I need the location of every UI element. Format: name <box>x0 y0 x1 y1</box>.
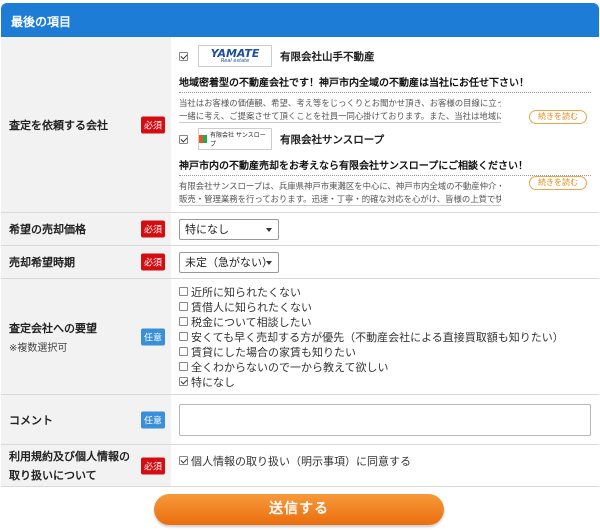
terms-label-cell: 利用規約及び個人情報の 取り扱いについて 必須 <box>1 444 171 487</box>
timing-label-cell: 売却希望時期 必須 <box>1 245 171 279</box>
terms-agreement[interactable]: 個人情報の取り扱い（明示事項）に同意する <box>179 453 591 468</box>
timing-label: 売却希望時期 <box>9 256 75 269</box>
option-label: 全くわからないので一から教えて欲しい <box>191 360 389 374</box>
comment-label: コメント <box>9 413 53 427</box>
option-label: 賃貸にした場合の家賃も知りたい <box>191 345 356 359</box>
company-description: 当社はお客様の価値観、希望、考え等をじっくりとお聞かせ頂き、お客様の目線に立って… <box>179 97 501 123</box>
required-badge: 必須 <box>140 220 165 238</box>
request-option[interactable]: 特になし <box>179 374 591 389</box>
companies-cell: YAMATE Real estate 有限会社山手不動産 地域密着型の不動産会社で… <box>171 37 599 213</box>
comment-textarea[interactable] <box>179 403 591 436</box>
comment-cell <box>171 394 599 445</box>
request-option[interactable]: 賃借人に知られたくない <box>179 299 591 314</box>
read-more-button[interactable]: 続きを読む <box>529 110 587 124</box>
optional-badge: 任意 <box>140 328 165 345</box>
form-table: 査定を依頼する会社 必須 YAMATE Real estate 有限会社山手不動産… <box>1 37 599 487</box>
timing-row: 売却希望時期 必須 未定（急がない） <box>1 245 599 279</box>
company-logo: 有限会社 サンスロープ <box>198 128 272 150</box>
company-description-line: 販売・管理業務を行っております。迅速・丁寧・的確な対応を心がけ、皆様の上質で快適 <box>179 194 501 204</box>
price-select[interactable]: 特になし <box>179 218 279 240</box>
company-card: 有限会社 サンスロープ 有限会社サンスロープ 神戸市内の不動産売却をお考えなら有… <box>179 127 591 206</box>
company-card: YAMATE Real estate 有限会社山手不動産 地域密着型の不動産会社で… <box>179 44 591 124</box>
option-label: 賃借人に知られたくない <box>191 300 312 314</box>
section-header: 最後の項目 <box>1 3 599 37</box>
price-cell: 特になし <box>171 212 599 246</box>
option-checkbox[interactable] <box>179 377 188 386</box>
terms-cell: 個人情報の取り扱い（明示事項）に同意する <box>171 444 599 487</box>
company-tagline: 神戸市内の不動産売却をお考えなら有限会社サンスロープにご相談ください！ <box>179 157 591 176</box>
logo-text: 有限会社 サンスロープ <box>209 132 266 148</box>
option-label: 近所に知られたくない <box>191 285 301 299</box>
company-name: 有限会社山手不動産 <box>280 50 375 63</box>
request-option[interactable]: 全くわからないので一から教えて欲しい <box>179 359 591 374</box>
timing-cell: 未定（急がない） <box>171 245 599 279</box>
company-description: 有限会社サンスロープは、兵庫県神戸市東灘区を中心に、神戸市内全域の不動産仲介・買… <box>179 180 501 206</box>
companies-label-cell: 査定を依頼する会社 必須 <box>1 37 171 213</box>
request-row: 査定会社への要望 ※複数選択可 任意 近所に知られたくない 賃借人に知られたくな… <box>1 278 599 395</box>
company-tagline: 地域密着型の不動産会社です！神戸市内全域の不動産は当社にお任せ下さい！ <box>179 74 591 93</box>
company-logo-mark <box>199 135 207 143</box>
request-label-cell: 査定会社への要望 ※複数選択可 任意 <box>1 278 171 395</box>
request-option[interactable]: 安くても早く売却する方が優先（不動産会社による直接買取額も知りたい） <box>179 329 591 344</box>
company-logo: YAMATE Real estate <box>198 45 272 67</box>
company-description-line: 有限会社サンスロープは、兵庫県神戸市東灘区を中心に、神戸市内全域の不動産仲介・買… <box>179 181 501 191</box>
submit-area: 送信する <box>0 494 600 531</box>
company-checkbox[interactable] <box>179 51 188 61</box>
company-name: 有限会社サンスロープ <box>280 133 385 146</box>
read-more-button[interactable]: 続きを読む <box>529 176 587 190</box>
required-badge: 必須 <box>140 253 165 271</box>
price-label-cell: 希望の売却価格 必須 <box>1 212 171 246</box>
company-checkbox[interactable] <box>179 134 188 144</box>
request-option[interactable]: 近所に知られたくない <box>179 284 591 299</box>
request-label: 査定会社への要望 <box>9 321 97 335</box>
request-cell: 近所に知られたくない 賃借人に知られたくない 税金について相談したい 安くても早… <box>171 278 599 395</box>
option-checkbox[interactable] <box>179 332 188 341</box>
companies-row: 査定を依頼する会社 必須 YAMATE Real estate 有限会社山手不動産… <box>1 37 599 213</box>
terms-row: 利用規約及び個人情報の 取り扱いについて 必須 個人情報の取り扱い（明示事項）に… <box>1 444 599 487</box>
option-label: 特になし <box>191 375 235 389</box>
option-checkbox[interactable] <box>179 362 188 371</box>
companies-label: 査定を依頼する会社 <box>9 118 108 132</box>
company-description-line: 当社はお客様の価値観、希望、考え等をじっくりとお聞かせ頂き、お客様の目線に立って <box>179 98 501 108</box>
price-row: 希望の売却価格 必須 特になし <box>1 212 599 246</box>
request-options: 近所に知られたくない 賃借人に知られたくない 税金について相談したい 安くても早… <box>179 279 591 394</box>
terms-checkbox-label: 個人情報の取り扱い（明示事項）に同意する <box>191 454 411 468</box>
request-option[interactable]: 賃貸にした場合の家賃も知りたい <box>179 344 591 359</box>
option-label: 税金について相談したい <box>191 315 312 329</box>
submit-button[interactable]: 送信する <box>154 494 444 525</box>
required-badge: 必須 <box>140 457 165 474</box>
option-checkbox[interactable] <box>179 287 188 296</box>
option-checkbox[interactable] <box>179 317 188 326</box>
price-label: 希望の売却価格 <box>9 223 86 236</box>
request-option[interactable]: 税金について相談したい <box>179 314 591 329</box>
timing-select[interactable]: 未定（急がない） <box>179 251 279 273</box>
terms-checkbox[interactable] <box>179 456 188 465</box>
option-label: 安くても早く売却する方が優先（不動産会社による直接買取額も知りたい） <box>191 330 564 344</box>
company-description-line: 一緒に考え、ご提案させて頂くことを社員一同心掛けております。また、当社は地域に根 <box>179 111 501 121</box>
optional-badge: 任意 <box>140 411 165 428</box>
form-container: 最後の項目 査定を依頼する会社 必須 YAMATE Real estate 有限会… <box>1 0 599 487</box>
option-checkbox[interactable] <box>179 347 188 356</box>
option-checkbox[interactable] <box>179 302 188 311</box>
comment-row: コメント 任意 <box>1 394 599 445</box>
required-badge: 必須 <box>140 116 165 133</box>
comment-label-cell: コメント 任意 <box>1 394 171 445</box>
